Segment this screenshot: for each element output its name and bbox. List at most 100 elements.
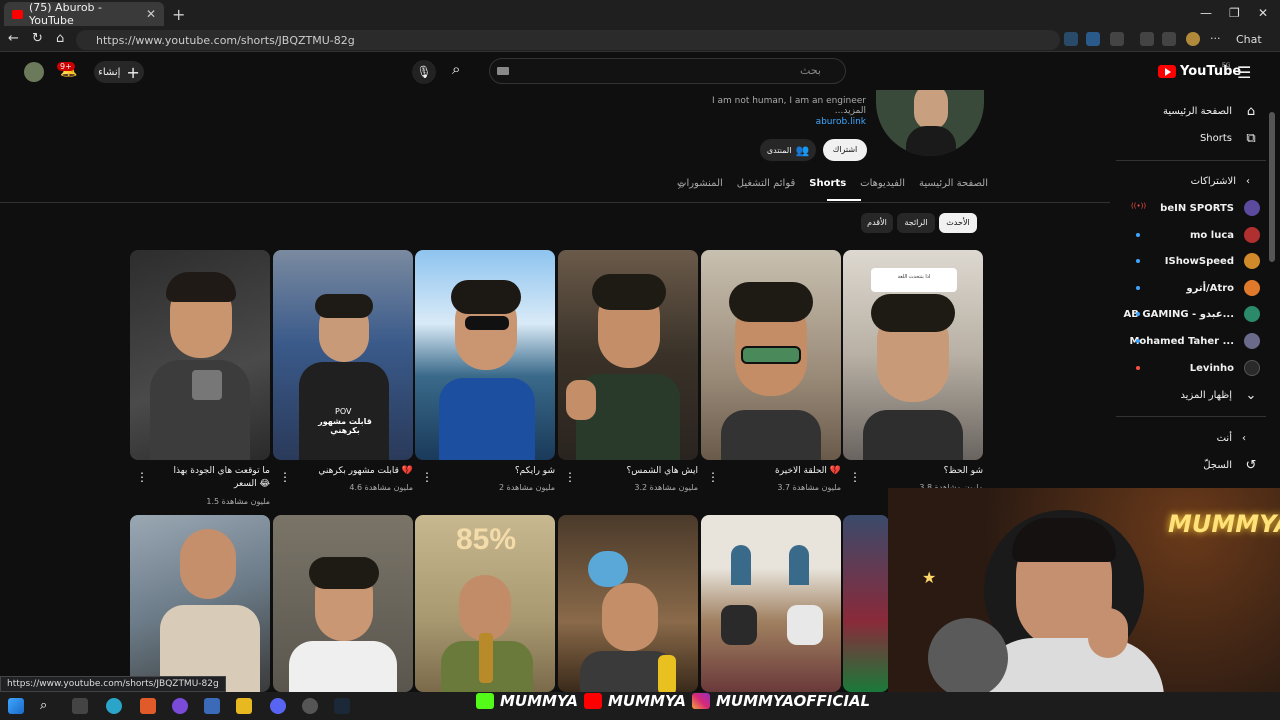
steam-icon[interactable] — [334, 698, 350, 714]
tab-posts[interactable]: المنشورات — [677, 178, 723, 194]
subscriptions-heading-label: الاشتراكات — [1190, 175, 1236, 187]
extensions-icon[interactable] — [1110, 32, 1124, 46]
profile-avatar[interactable] — [1186, 32, 1200, 46]
restore-icon[interactable]: ❐ — [1229, 6, 1240, 20]
obs-icon[interactable] — [302, 698, 318, 714]
discord-icon[interactable] — [270, 698, 286, 714]
new-tab-icon[interactable]: + — [172, 5, 185, 24]
tab-playlists[interactable]: قوائم التشغيل — [737, 178, 796, 194]
window-close-icon[interactable]: ✕ — [1258, 6, 1268, 20]
app-icon[interactable] — [172, 698, 188, 714]
sidebar-item-subscription[interactable]: Levinho — [1120, 357, 1260, 379]
extension-icon[interactable] — [1064, 32, 1078, 46]
short-thumbnail[interactable] — [415, 250, 555, 460]
short-thumbnail[interactable] — [130, 250, 270, 460]
app-icon[interactable] — [204, 698, 220, 714]
instagram-icon — [692, 693, 710, 709]
menu-hamburger-icon[interactable]: ☰ — [1237, 63, 1251, 82]
channel-avatar[interactable] — [876, 90, 984, 156]
minimize-icon[interactable]: — — [1200, 6, 1212, 20]
short-title[interactable]: شو رايكم؟ — [435, 465, 555, 478]
short-thumbnail[interactable]: 85% — [415, 515, 555, 692]
more-options-icon[interactable]: ⋮ — [707, 470, 719, 484]
extension-icon[interactable] — [1086, 32, 1100, 46]
channel-avatar — [1244, 200, 1260, 216]
sidebar-scrollbar[interactable] — [1269, 112, 1275, 262]
short-thumbnail[interactable] — [558, 515, 698, 692]
file-explorer-icon[interactable] — [236, 698, 252, 714]
kick-icon — [476, 693, 494, 709]
short-thumbnail[interactable]: اذا بتتحدث اللغة — [843, 250, 983, 460]
brave-browser-icon[interactable] — [140, 698, 156, 714]
short-title[interactable]: ما توقعت هاي الجودة بهذا السعر 😂 — [150, 465, 270, 491]
show-more-button[interactable]: إظهار المزيد ⌄ — [1120, 384, 1260, 406]
short-thumbnail[interactable] — [130, 515, 270, 692]
sidebar-item-label: Shorts — [1199, 132, 1232, 144]
copilot-chat-button[interactable]: Chat — [1236, 33, 1262, 46]
sidebar-item-subscription[interactable]: أترو/Atro — [1120, 277, 1260, 299]
sidebar-item-home[interactable]: الصفحة الرئيسية ⌂ — [1120, 100, 1260, 122]
chip-oldest[interactable]: الأقدم — [861, 213, 893, 233]
reload-icon[interactable]: ↻ — [32, 31, 43, 46]
community-button[interactable]: المنتدى 👥 — [760, 139, 816, 161]
create-label: إنشاء — [98, 66, 121, 78]
search-icon[interactable]: ⌕ — [452, 60, 484, 84]
short-title[interactable]: قابلت مشهور بكرهني 💔 — [293, 465, 413, 478]
back-icon[interactable]: ← — [8, 31, 19, 46]
more-options-icon[interactable]: ⋮ — [136, 470, 148, 484]
url-field[interactable]: https://www.youtube.com/shorts/JBQZTMU-8… — [76, 30, 1060, 50]
more-options-icon[interactable]: ⋮ — [279, 470, 291, 484]
tab-shorts[interactable]: Shorts — [809, 178, 846, 194]
split-screen-icon[interactable] — [1140, 32, 1154, 46]
more-options-icon[interactable]: ⋮ — [849, 470, 861, 484]
live-dot — [1136, 366, 1140, 370]
task-view-icon[interactable] — [72, 698, 88, 714]
sidebar-item-subscription[interactable]: AB GAMING - عبدو... — [1120, 303, 1260, 325]
home-icon[interactable]: ⌂ — [56, 31, 64, 46]
search-icon[interactable]: ⌕ — [40, 698, 56, 714]
channel-description[interactable]: I am not human, I am an engineer ...المز… — [690, 96, 866, 116]
subscriptions-heading[interactable]: الاشتراكات ‹ — [1120, 170, 1260, 192]
region-code: EG — [1222, 62, 1231, 69]
short-thumbnail[interactable] — [843, 515, 889, 692]
keyboard-icon[interactable] — [497, 67, 509, 75]
short-views: 2 مليون مشاهدة — [498, 483, 555, 492]
sidebar-item-subscription[interactable]: IShowSpeed — [1120, 250, 1260, 272]
short-thumbnail[interactable]: POV قابلت مشهور بكرهني — [273, 250, 413, 460]
live-indicator-icon: ((•)) — [1131, 202, 1147, 210]
more-options-icon[interactable]: ⋮ — [421, 470, 433, 484]
windows-start-icon[interactable] — [8, 698, 24, 714]
sidebar-item-subscription[interactable]: Mohamed Taher ... — [1120, 330, 1260, 352]
short-title[interactable]: شو الحظ؟ — [863, 465, 983, 478]
channel-link[interactable]: aburob.link — [790, 117, 866, 127]
voice-search-mic-icon[interactable]: 🎙 — [412, 60, 436, 84]
you-heading[interactable]: أنت ‹ — [1120, 427, 1260, 449]
channel-avatar — [1244, 333, 1260, 349]
more-menu-icon[interactable]: ··· — [1210, 32, 1224, 46]
short-title[interactable]: ايش هاي الشمس؟ — [578, 465, 698, 478]
short-title[interactable]: الحلقة الاخيرة 💔 — [721, 465, 841, 478]
short-thumbnail[interactable] — [701, 515, 841, 692]
short-thumbnail[interactable] — [701, 250, 841, 460]
user-avatar[interactable] — [24, 62, 44, 82]
close-tab-icon[interactable]: ✕ — [146, 7, 156, 21]
subscription-name: Levinho — [1189, 362, 1234, 374]
channel-avatar — [1244, 227, 1260, 243]
chip-latest[interactable]: الأحدث — [939, 213, 977, 233]
tab-videos[interactable]: الفيديوهات — [860, 178, 905, 194]
short-thumbnail[interactable] — [558, 250, 698, 460]
sidebar-item-subscription[interactable]: mo luca — [1120, 224, 1260, 246]
browser-tab[interactable]: (75) Aburob - YouTube ✕ — [4, 1, 164, 27]
favorites-icon[interactable] — [1162, 32, 1176, 46]
short-thumbnail[interactable] — [273, 515, 413, 692]
create-button[interactable]: إنشاء + — [94, 61, 144, 83]
sidebar-item-history[interactable]: السجلّ ↺ — [1120, 454, 1260, 476]
more-options-icon[interactable]: ⋮ — [564, 470, 576, 484]
tab-home[interactable]: الصفحة الرئيسية — [919, 178, 988, 194]
edge-browser-icon[interactable] — [106, 698, 122, 714]
sidebar-item-shorts[interactable]: Shorts ⧉ — [1120, 127, 1260, 149]
short-views: 1.5 مليون مشاهدة — [206, 497, 270, 506]
search-input[interactable]: بحث — [489, 58, 846, 84]
chip-popular[interactable]: الرائجة — [897, 213, 935, 233]
subscribe-button[interactable]: اشتراك — [823, 139, 867, 161]
